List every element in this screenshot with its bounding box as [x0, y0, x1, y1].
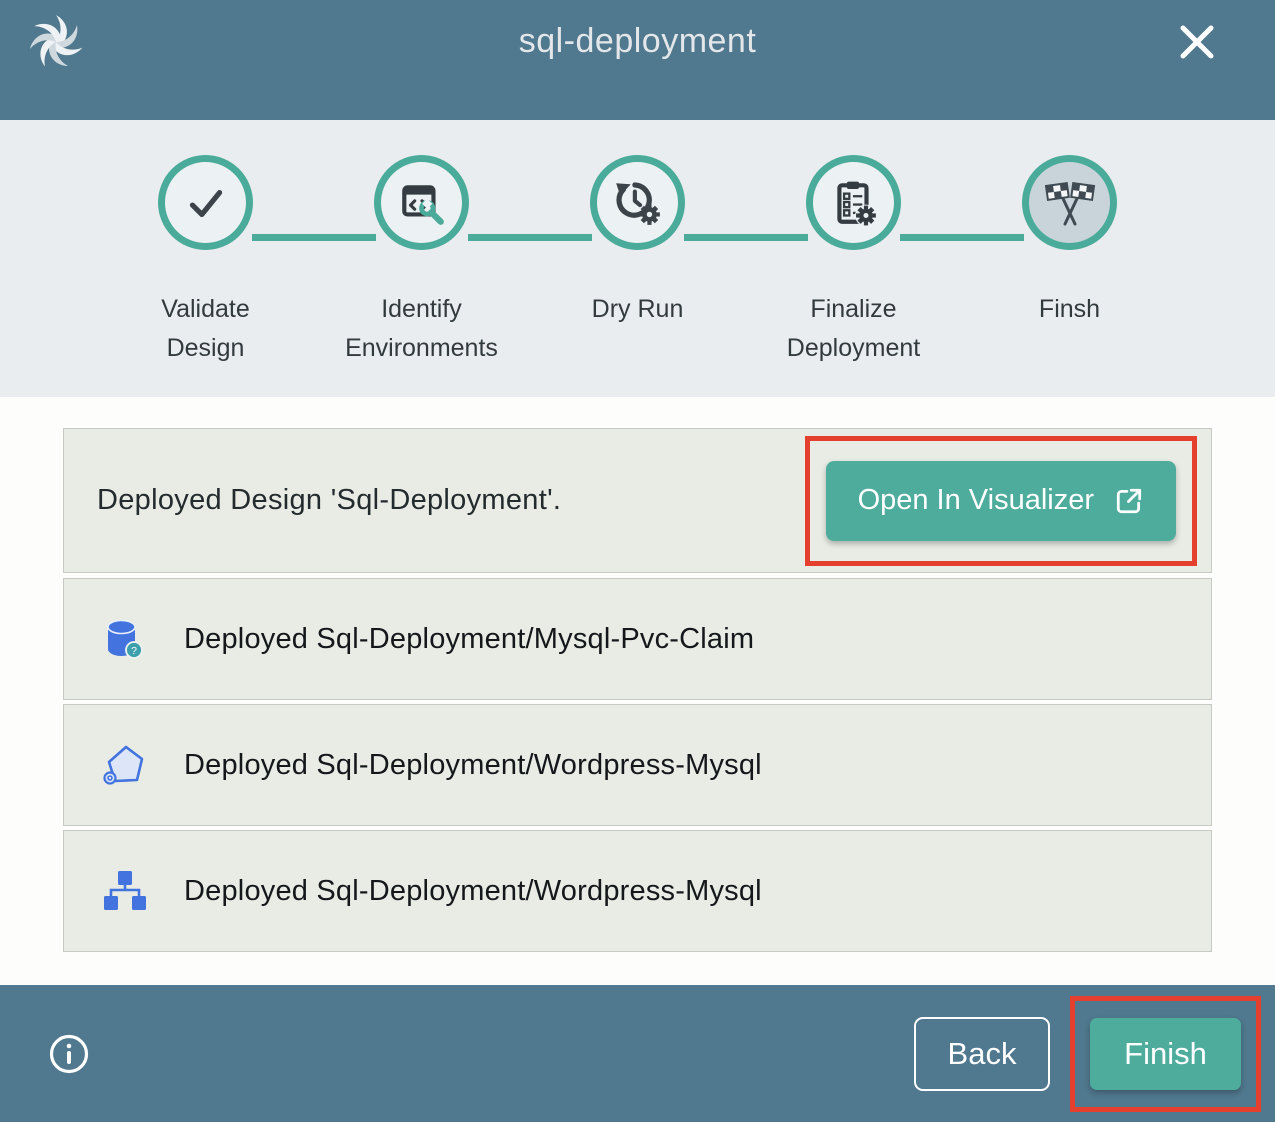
step-identify-environments: Identify Environments: [314, 155, 530, 368]
open-in-visualizer-button[interactable]: Open In Visualizer: [826, 461, 1176, 541]
info-icon[interactable]: [48, 1033, 90, 1075]
deployed-item-row: ? Deployed Sql-Deployment/Mysql-Pvc-Clai…: [63, 578, 1212, 700]
deploy-result-message: Deployed Design 'Sql-Deployment'.: [97, 484, 561, 517]
back-button[interactable]: Back: [914, 1017, 1050, 1091]
finish-button[interactable]: Finish: [1090, 1018, 1241, 1090]
meshery-logo-icon: [26, 12, 86, 72]
external-link-icon: [1114, 486, 1144, 516]
deploy-result-row: Deployed Design 'Sql-Deployment'. Open I…: [63, 428, 1212, 573]
dialog-footer: Back Finish: [0, 985, 1275, 1122]
stepper-section: Validate Design Identify Environments: [0, 120, 1275, 397]
dialog-header: sql-deployment: [0, 0, 1275, 120]
deployed-item-row: Deployed Sql-Deployment/Wordpress-Mysql: [63, 704, 1212, 826]
step-label: Validate Design: [125, 290, 287, 368]
pentagon-icon: [100, 740, 150, 790]
database-icon: ?: [100, 614, 150, 664]
deployed-item-text: Deployed Sql-Deployment/Wordpress-Mysql: [184, 749, 762, 782]
gear: [639, 204, 660, 225]
step-finalize-deployment: Finalize Deployment: [746, 155, 962, 368]
step-label: Identify Environments: [341, 290, 503, 368]
highlight-box-visualizer: Open In Visualizer: [805, 436, 1197, 566]
step-validate-design: Validate Design: [98, 155, 314, 368]
code-wrench-icon: [397, 178, 447, 228]
close-icon[interactable]: [1175, 20, 1219, 64]
step-finish: Finsh: [962, 155, 1178, 368]
deployed-item-text: Deployed Sql-Deployment/Wordpress-Mysql: [184, 875, 762, 908]
step-label: Finsh: [989, 290, 1151, 329]
stepper: Validate Design Identify Environments: [0, 155, 1275, 368]
open-in-visualizer-label: Open In Visualizer: [858, 484, 1094, 517]
clipboard-gear-icon: [829, 178, 879, 228]
step-label: Dry Run: [557, 290, 719, 329]
step-label: Finalize Deployment: [773, 290, 935, 368]
hierarchy-icon: [100, 866, 150, 916]
svg-text:?: ?: [131, 645, 137, 657]
results-panel: Deployed Design 'Sql-Deployment'. Open I…: [0, 397, 1275, 985]
step-dry-run: Dry Run: [530, 155, 746, 368]
history-gear-icon: [613, 178, 663, 228]
checkered-flags-icon: [1043, 176, 1097, 230]
check-icon: [181, 178, 231, 228]
dialog-title: sql-deployment: [0, 22, 1275, 61]
deployed-item-text: Deployed Sql-Deployment/Mysql-Pvc-Claim: [184, 623, 754, 656]
highlight-box-finish: Finish: [1070, 996, 1261, 1112]
deployed-item-row: Deployed Sql-Deployment/Wordpress-Mysql: [63, 830, 1212, 952]
